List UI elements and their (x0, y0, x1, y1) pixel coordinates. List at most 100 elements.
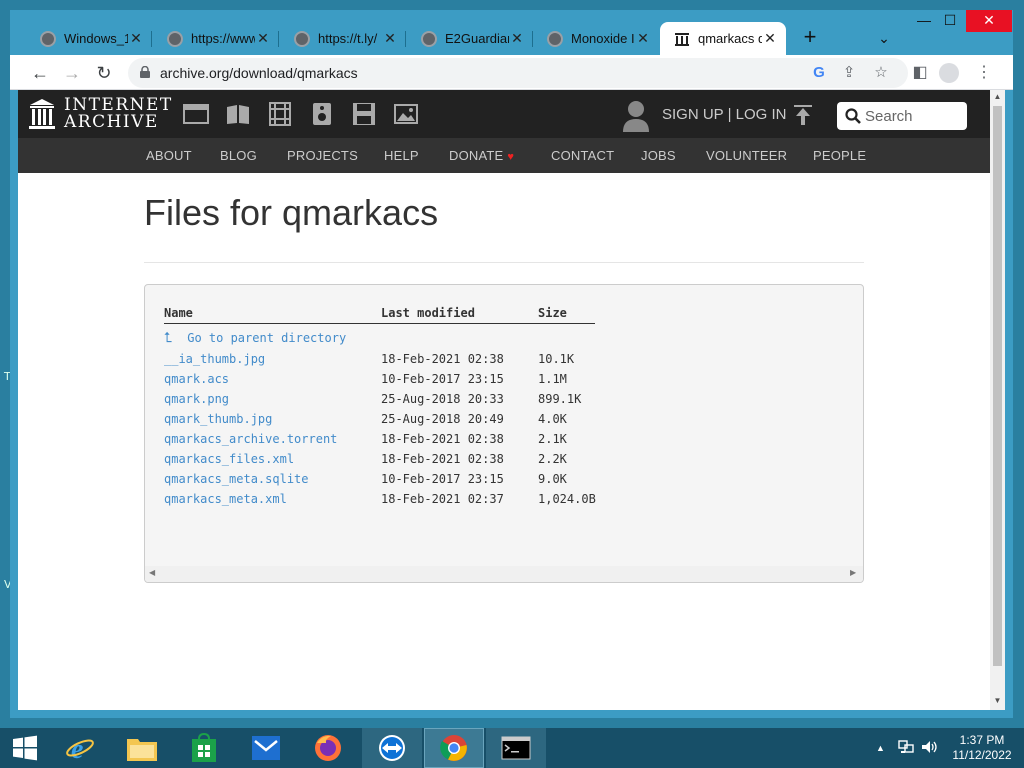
column-header-modified[interactable]: Last modified (381, 306, 475, 320)
images-icon[interactable] (393, 102, 419, 126)
file-link[interactable]: qmark.png (164, 392, 229, 406)
page-title: Files for qmarkacs (144, 192, 439, 233)
reload-button[interactable]: ↻ (90, 59, 118, 87)
close-tab-icon[interactable]: ✕ (762, 30, 778, 47)
vertical-scrollbar[interactable]: ▲ ▼ (990, 90, 1005, 710)
teamviewer-icon (379, 735, 405, 761)
column-header-size[interactable]: Size (538, 306, 567, 320)
browser-tab-active[interactable]: qmarkacs d ✕ (660, 22, 786, 55)
taskbar-chrome[interactable] (424, 728, 484, 768)
scroll-right-icon[interactable]: ▶ (850, 568, 856, 577)
horizontal-scrollbar[interactable]: ◀ ▶ (145, 566, 863, 582)
tab-title: E2Guardian (445, 31, 509, 46)
file-modified: 18-Feb-2021 02:38 (381, 352, 504, 366)
nav-jobs[interactable]: JOBS (641, 148, 676, 163)
nav-blog[interactable]: BLOG (220, 148, 257, 163)
close-tab-icon[interactable]: ✕ (255, 30, 271, 47)
upload-icon[interactable] (792, 104, 814, 126)
archive-wordmark[interactable]: INTERNET ARCHIVE (64, 97, 173, 131)
close-tab-icon[interactable]: ✕ (635, 30, 651, 47)
parent-directory-label: Go to parent directory (187, 331, 347, 345)
scroll-left-icon[interactable]: ◀ (149, 568, 155, 577)
tab-search-button[interactable]: ⌄ (872, 26, 896, 50)
nav-contact[interactable]: CONTACT (551, 148, 614, 163)
nav-projects[interactable]: PROJECTS (287, 148, 358, 163)
audio-icon[interactable] (309, 102, 335, 126)
column-header-name[interactable]: Name (164, 306, 193, 320)
close-tab-icon[interactable]: ✕ (509, 30, 525, 47)
file-link[interactable]: qmark_thumb.jpg (164, 412, 272, 426)
share-icon[interactable]: ⇪ (838, 62, 860, 84)
globe-icon (40, 30, 56, 47)
show-hidden-icons[interactable]: ▲ (876, 743, 885, 753)
table-row: qmarkacs_meta.sqlite 10-Feb-2017 23:15 9… (145, 472, 845, 492)
video-icon[interactable] (267, 102, 293, 126)
forward-button[interactable]: → (58, 59, 86, 87)
system-clock[interactable]: 1:37 PM 11/12/2022 (948, 733, 1016, 763)
tab-separator (278, 31, 279, 47)
scroll-down-icon[interactable]: ▼ (990, 696, 1005, 705)
scroll-up-icon[interactable]: ▲ (990, 92, 1005, 101)
start-button[interactable] (0, 728, 50, 768)
parent-directory-link[interactable]: ⮤ Go to parent directory (164, 330, 346, 346)
file-modified: 18-Feb-2021 02:37 (381, 492, 504, 506)
nav-about[interactable]: ABOUT (146, 148, 192, 163)
browser-tab[interactable]: E2Guardian ✕ (407, 22, 533, 55)
nav-people[interactable]: PEOPLE (813, 148, 866, 163)
search-icon[interactable] (845, 108, 861, 124)
search-input[interactable] (865, 105, 961, 127)
ia-header: INTERNET ARCHIVE SIGN UP | LOG IN (18, 90, 990, 138)
taskbar-internet-explorer[interactable]: e (50, 728, 110, 768)
profile-avatar-icon[interactable] (939, 63, 959, 83)
nav-donate[interactable]: DONATE ♥ (449, 148, 514, 163)
network-icon[interactable] (898, 740, 914, 757)
taskbar-command-prompt[interactable] (486, 728, 546, 768)
software-icon[interactable] (351, 102, 377, 126)
user-icon[interactable] (622, 100, 650, 132)
file-size: 10.1K (538, 352, 575, 366)
new-tab-button[interactable]: + (796, 24, 824, 52)
volume-icon[interactable] (921, 740, 939, 757)
google-translate-icon[interactable]: G (808, 62, 830, 84)
back-button[interactable]: ← (26, 59, 54, 87)
file-modified: 25-Aug-2018 20:49 (381, 412, 504, 426)
menu-dots-icon[interactable]: ⋮ (970, 59, 998, 87)
tab-title: Monoxide I (571, 31, 635, 46)
scrollbar-thumb[interactable] (993, 106, 1002, 666)
web-icon[interactable] (183, 102, 209, 126)
file-link[interactable]: qmarkacs_files.xml (164, 452, 294, 466)
close-tab-icon[interactable]: ✕ (128, 30, 144, 47)
file-link[interactable]: qmarkacs_archive.torrent (164, 432, 337, 446)
archive-logo-icon[interactable] (28, 98, 56, 130)
nav-help[interactable]: HELP (384, 148, 419, 163)
file-link[interactable]: __ia_thumb.jpg (164, 352, 265, 366)
url-text: archive.org/download/qmarkacs (160, 65, 358, 81)
browser-tab[interactable]: Monoxide I ✕ (533, 22, 659, 55)
nav-volunteer[interactable]: VOLUNTEER (706, 148, 787, 163)
address-bar[interactable]: archive.org/download/qmarkacs G ⇪ ☆ (128, 58, 908, 88)
bookmark-star-icon[interactable]: ☆ (870, 62, 892, 84)
taskbar-mail[interactable] (236, 728, 296, 768)
close-tab-icon[interactable]: ✕ (382, 30, 398, 47)
browser-tab[interactable]: https://t.ly/ ✕ (280, 22, 406, 55)
file-link[interactable]: qmark.acs (164, 372, 229, 386)
signup-login-link[interactable]: SIGN UP | LOG IN (662, 106, 786, 123)
site-search (837, 102, 967, 130)
taskbar-teamviewer[interactable] (362, 728, 422, 768)
file-link[interactable]: qmarkacs_meta.xml (164, 492, 287, 506)
close-window-button[interactable]: ✕ (966, 10, 1012, 32)
tab-title: https://t.ly/ (318, 31, 378, 46)
taskbar-store[interactable] (174, 728, 234, 768)
browser-tab[interactable]: https://www. ✕ (153, 22, 279, 55)
divider (144, 262, 864, 263)
taskbar-firefox[interactable] (298, 728, 358, 768)
store-icon (192, 733, 216, 762)
texts-icon[interactable] (225, 102, 251, 126)
taskbar-file-explorer[interactable] (112, 728, 172, 768)
file-listing: Name Last modified Size ⮤ Go to parent d… (144, 284, 864, 583)
nav-donate-label: DONATE (449, 148, 504, 163)
file-link[interactable]: qmarkacs_meta.sqlite (164, 472, 309, 486)
side-panel-icon[interactable]: ◧ (906, 59, 934, 87)
maximize-button[interactable]: ☐ (934, 10, 966, 32)
browser-tab[interactable]: Windows_1 ✕ (26, 22, 152, 55)
